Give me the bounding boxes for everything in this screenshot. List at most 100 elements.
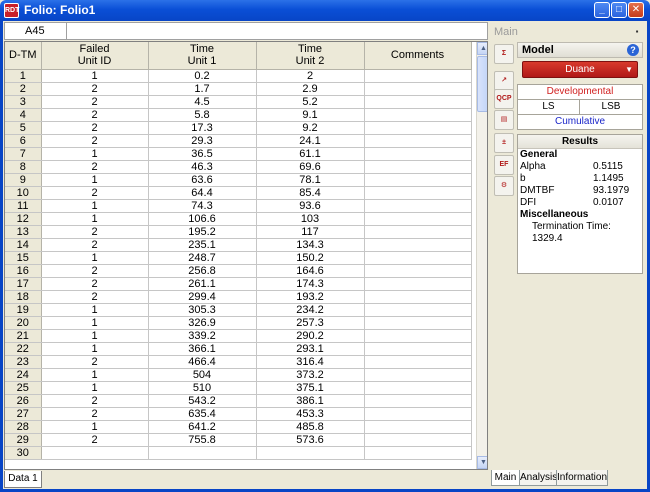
failed-unit-id-cell[interactable]: 2 (41, 95, 149, 109)
row-number[interactable]: 21 (5, 329, 42, 343)
time-unit-1-cell[interactable]: 0.2 (148, 69, 257, 83)
tab-analysis[interactable]: Analysis (519, 470, 557, 486)
cumulative-option[interactable]: Cumulative (517, 114, 643, 130)
failed-unit-id-cell[interactable]: 1 (41, 316, 149, 330)
failed-unit-id-cell[interactable]: 2 (41, 225, 149, 239)
failed-unit-id-cell[interactable]: 2 (41, 433, 149, 447)
column-header-time-unit-1[interactable]: Time Unit 1 (148, 42, 257, 70)
table-row[interactable]: 6 2 29.3 24.1 (5, 134, 472, 148)
failed-unit-id-cell[interactable]: 1 (41, 420, 149, 434)
comments-cell[interactable] (364, 342, 472, 356)
row-number[interactable]: 25 (5, 381, 42, 395)
failed-unit-id-cell[interactable]: 1 (41, 329, 149, 343)
time-unit-1-cell[interactable]: 466.4 (148, 355, 257, 369)
table-row[interactable]: 9 1 63.6 78.1 (5, 173, 472, 187)
table-row[interactable]: 14 2 235.1 134.3 (5, 238, 472, 252)
column-header-comments[interactable]: Comments (364, 42, 472, 70)
time-unit-2-cell[interactable]: 453.3 (256, 407, 365, 421)
time-unit-2-cell[interactable]: 85.4 (256, 186, 365, 200)
report-icon[interactable]: ▤ (494, 110, 514, 130)
wrench-icon[interactable]: ⚙ (494, 176, 514, 196)
comments-cell[interactable] (364, 212, 472, 226)
cell-reference-bar[interactable]: A45 (4, 22, 488, 40)
sheet-tab-data-1[interactable]: Data 1 (4, 471, 42, 488)
failed-unit-id-cell[interactable]: 1 (41, 173, 149, 187)
comments-cell[interactable] (364, 420, 472, 434)
column-header-failed-unit-id[interactable]: Failed Unit ID (41, 42, 149, 70)
row-number[interactable]: 16 (5, 264, 42, 278)
time-unit-2-cell[interactable]: 234.2 (256, 303, 365, 317)
table-row[interactable]: 25 1 510 375.1 (5, 381, 472, 395)
row-number[interactable]: 22 (5, 342, 42, 356)
time-unit-2-cell[interactable]: 290.2 (256, 329, 365, 343)
table-row[interactable]: 19 1 305.3 234.2 (5, 303, 472, 317)
comments-cell[interactable] (364, 407, 472, 421)
table-row[interactable]: 20 1 326.9 257.3 (5, 316, 472, 330)
failed-unit-id-cell[interactable]: 1 (41, 368, 149, 382)
row-number[interactable]: 11 (5, 199, 42, 213)
time-unit-2-cell[interactable]: 93.6 (256, 199, 365, 213)
table-row[interactable]: 3 2 4.5 5.2 (5, 95, 472, 109)
failed-unit-id-cell[interactable]: 2 (41, 160, 149, 174)
table-row[interactable]: 7 1 36.5 61.1 (5, 147, 472, 161)
failed-unit-id-cell[interactable]: 2 (41, 238, 149, 252)
row-number[interactable]: 17 (5, 277, 42, 291)
time-unit-1-cell[interactable]: 1.7 (148, 82, 257, 96)
time-unit-1-cell[interactable]: 635.4 (148, 407, 257, 421)
pin-icon[interactable]: ▪ (632, 27, 642, 37)
comments-cell[interactable] (364, 277, 472, 291)
row-number[interactable]: 23 (5, 355, 42, 369)
row-number[interactable]: 6 (5, 134, 42, 148)
comments-cell[interactable] (364, 316, 472, 330)
table-row[interactable]: 1 1 0.2 2 (5, 69, 472, 83)
scroll-down-icon[interactable]: ▼ (477, 456, 487, 469)
time-unit-1-cell[interactable]: 29.3 (148, 134, 257, 148)
time-unit-1-cell[interactable]: 106.6 (148, 212, 257, 226)
row-number[interactable]: 18 (5, 290, 42, 304)
plot-icon[interactable]: ↗ (494, 71, 514, 91)
time-unit-2-cell[interactable]: 2 (256, 69, 365, 83)
row-number[interactable]: 13 (5, 225, 42, 239)
row-number[interactable]: 27 (5, 407, 42, 421)
time-unit-1-cell[interactable]: 64.4 (148, 186, 257, 200)
row-number[interactable]: 15 (5, 251, 42, 265)
comments-cell[interactable] (364, 368, 472, 382)
failed-unit-id-cell[interactable]: 1 (41, 147, 149, 161)
comments-cell[interactable] (364, 251, 472, 265)
comments-cell[interactable] (364, 134, 472, 148)
time-unit-2-cell[interactable]: 193.2 (256, 290, 365, 304)
table-row[interactable]: 24 1 504 373.2 (5, 368, 472, 382)
row-number[interactable]: 10 (5, 186, 42, 200)
table-row[interactable]: 4 2 5.8 9.1 (5, 108, 472, 122)
row-number[interactable]: 1 (5, 69, 42, 83)
table-row[interactable]: 18 2 299.4 193.2 (5, 290, 472, 304)
help-icon[interactable]: ? (627, 44, 639, 56)
time-unit-1-cell[interactable]: 4.5 (148, 95, 257, 109)
time-unit-2-cell[interactable]: 164.6 (256, 264, 365, 278)
time-unit-2-cell[interactable]: 103 (256, 212, 365, 226)
row-number[interactable]: 28 (5, 420, 42, 434)
failed-unit-id-cell[interactable]: 1 (41, 199, 149, 213)
row-header-title[interactable]: D-TM (5, 42, 42, 70)
row-number[interactable]: 14 (5, 238, 42, 252)
comments-cell[interactable] (364, 173, 472, 187)
vertical-scrollbar[interactable]: ▲ ▼ (476, 42, 487, 469)
time-unit-1-cell[interactable]: 755.8 (148, 433, 257, 447)
time-unit-2-cell[interactable]: 150.2 (256, 251, 365, 265)
table-row[interactable]: 16 2 256.8 164.6 (5, 264, 472, 278)
time-unit-2-cell[interactable]: 2.9 (256, 82, 365, 96)
calc-icon[interactable]: Σ (494, 44, 514, 64)
failed-unit-id-cell[interactable]: 2 (41, 394, 149, 408)
table-row[interactable]: 11 1 74.3 93.6 (5, 199, 472, 213)
time-unit-2-cell[interactable]: 573.6 (256, 433, 365, 447)
time-unit-2-cell[interactable]: 386.1 (256, 394, 365, 408)
cell-reference[interactable]: A45 (5, 23, 67, 39)
table-row[interactable]: 5 2 17.3 9.2 (5, 121, 472, 135)
comments-cell[interactable] (364, 186, 472, 200)
comments-cell[interactable] (364, 446, 472, 460)
failed-unit-id-cell[interactable]: 1 (41, 381, 149, 395)
failed-unit-id-cell[interactable]: 2 (41, 121, 149, 135)
qcp-icon[interactable]: QCP (494, 89, 514, 109)
failed-unit-id-cell[interactable]: 2 (41, 355, 149, 369)
table-row[interactable]: 13 2 195.2 117 (5, 225, 472, 239)
